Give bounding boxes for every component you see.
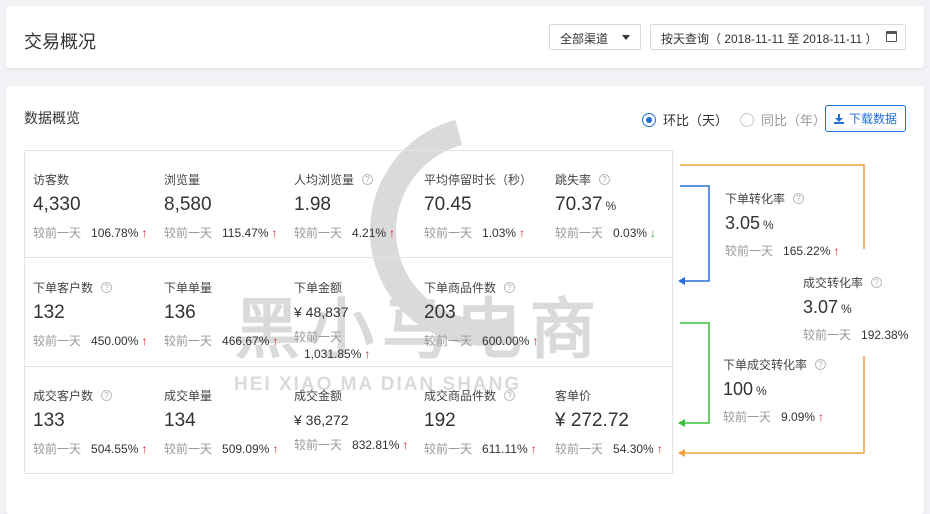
help-icon[interactable]: ? (793, 193, 805, 204)
channel-select-label: 全部渠道 (560, 32, 609, 46)
flow-line-blue (680, 185, 710, 282)
arrow-up-icon: ↑ (833, 244, 840, 258)
cmp-value: 192.38% (861, 328, 909, 342)
date-query-label: 按天查询（ 2018-11-11 至 2018-11-11 ） (661, 32, 878, 46)
cmp-label: 较前一天 (723, 410, 772, 424)
metric-value: 100 (723, 379, 754, 399)
help-icon[interactable]: ? (815, 359, 827, 370)
metric-unit: % (763, 218, 774, 232)
cmp-value: 165.22% (783, 244, 831, 258)
metric-unit: % (841, 302, 852, 316)
flow-arrow-orange (678, 449, 685, 457)
metric-value: 3.07 (803, 297, 839, 317)
header-card: 交易概况 全部渠道 按天查询（ 2018-11-11 至 2018-11-11 … (6, 6, 924, 68)
flow-arrow-green (678, 419, 685, 427)
help-icon[interactable]: ? (871, 277, 883, 288)
caret-down-icon (622, 35, 630, 40)
cmp-label: 较前一天 (803, 328, 852, 342)
metric-label: 下单成交转化率 (723, 358, 808, 372)
overview-card: 数据概览 环比（天） 同比（年） 下载数据 黑小马电商 HEI XIAO MA … (6, 73, 924, 514)
metric-label: 下单转化率 (725, 192, 786, 206)
date-query-picker[interactable]: 按天查询（ 2018-11-11 至 2018-11-11 ） (650, 24, 906, 50)
channel-select[interactable]: 全部渠道 (549, 24, 641, 50)
cmp-label: 较前一天 (725, 244, 774, 258)
metric-value: 3.05 (725, 213, 761, 233)
page-title: 交易概况 (24, 32, 96, 52)
metric-label: 成交转化率 (803, 276, 864, 290)
cmp-value: 9.09% (781, 410, 816, 424)
arrow-up-icon: ↑ (818, 410, 825, 424)
calendar-icon (886, 31, 897, 42)
metric-order-to-deal-conversion: 下单成交转化率? 100% 较前一天 9.09% ↑ (723, 356, 853, 425)
metric-order-conversion: 下单转化率? 3.05% 较前一天 165.22% ↑ (725, 190, 855, 259)
metric-unit: % (756, 384, 767, 398)
flow-line-green (680, 322, 710, 424)
flow-arrow-blue (678, 277, 685, 285)
metric-deal-conversion: 成交转化率? 3.07% 较前一天 192.38% (803, 274, 915, 343)
conversion-flow-lines (678, 164, 865, 457)
